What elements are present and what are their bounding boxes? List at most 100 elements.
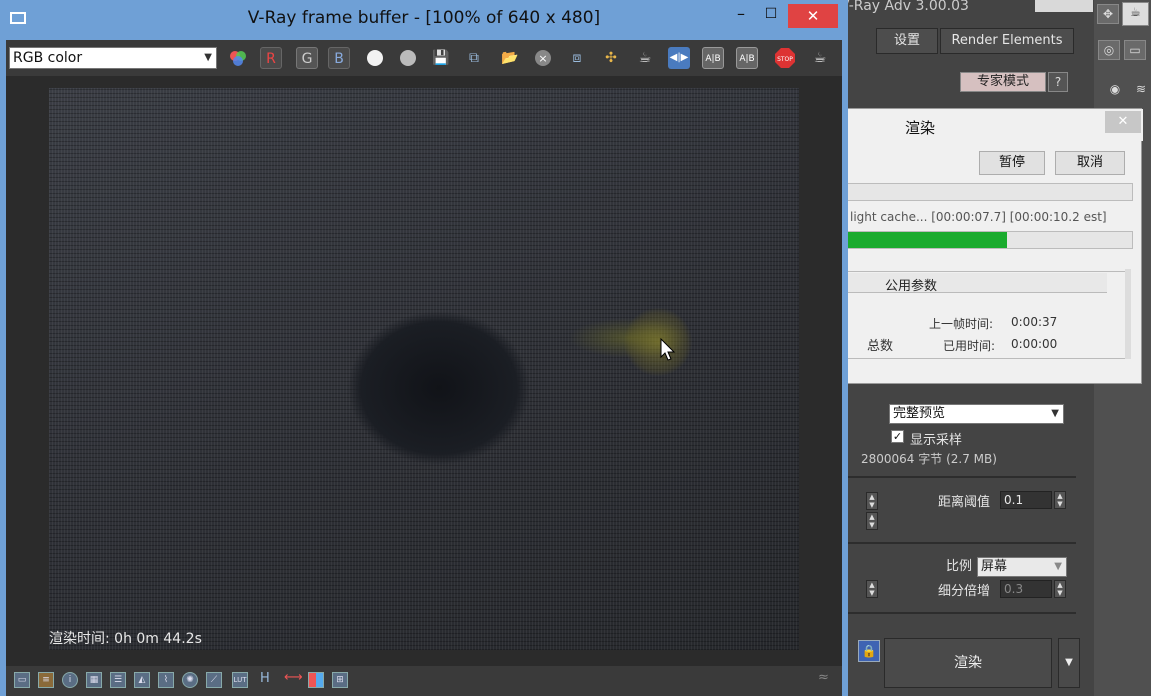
compare-icon[interactable]: ◀|▶ xyxy=(668,47,690,69)
clear-icon[interactable]: × xyxy=(532,47,554,69)
subdiv-mult-input[interactable]: 0.3 xyxy=(1000,580,1052,598)
duplicate-icon[interactable]: ⧈ xyxy=(566,47,588,69)
channel-select[interactable]: RGB color ▼ xyxy=(9,47,217,69)
render-status-text: light cache... [00:00:07.7] [00:00:10.2 … xyxy=(850,210,1107,224)
vfb-statusbar: ▭ ≡ i ▦ ☰ ◭ ⌇ ✺ ⟋ LUT H ⟷ ⊞ ≈ xyxy=(6,666,842,696)
overall-progress-bar xyxy=(847,183,1133,201)
ratio-value: 屏幕 xyxy=(981,559,1008,574)
section-divider xyxy=(848,542,1076,544)
section-divider xyxy=(848,476,1076,478)
light-icon[interactable]: ≋ xyxy=(1130,80,1151,100)
elapsed-time-label: 已用时间: xyxy=(943,339,996,353)
distance-threshold-spinner[interactable]: ▲ ▼ xyxy=(1054,491,1066,509)
exposure-icon[interactable]: ✺ xyxy=(182,672,198,688)
section-divider xyxy=(848,612,1076,614)
teapot-icon[interactable]: ☕ xyxy=(1122,2,1149,26)
ab-a-icon[interactable]: A|B xyxy=(702,47,724,69)
green-channel-button[interactable]: G xyxy=(296,47,318,69)
expert-mode-button[interactable]: 专家模式 xyxy=(960,72,1046,92)
distance-threshold-input[interactable]: 0.1 xyxy=(1000,491,1052,509)
render-teapot-icon[interactable]: ☕ xyxy=(809,47,831,69)
region-render-icon[interactable]: ✣ xyxy=(600,47,622,69)
render-button[interactable]: 渲染 xyxy=(884,638,1052,688)
grid-icon[interactable]: ⊞ xyxy=(332,672,348,688)
red-channel-button[interactable]: R xyxy=(260,47,282,69)
spinner-arrows[interactable]: ▲ ▼ xyxy=(866,580,878,598)
vfb-titlebar: V-Ray frame buffer - [100% of 640 x 480]… xyxy=(0,0,848,38)
layers-icon[interactable]: ≡ xyxy=(38,672,54,688)
subdiv-mult-spinner[interactable]: ▲ ▼ xyxy=(1054,580,1066,598)
distance-threshold-label: 距离阈值 xyxy=(938,495,991,510)
render-dialog-title: 渲染 xyxy=(905,119,936,137)
pixel-info-icon[interactable]: ▦ xyxy=(86,672,102,688)
camera-icon[interactable]: ◉ xyxy=(1104,80,1126,100)
hdr-button[interactable]: H xyxy=(260,671,270,686)
render-progress-dialog: 渲染 ✕ 暂停 取消 light cache... [00:00:07.7] [… xyxy=(846,108,1143,384)
pass-progress-fill xyxy=(848,232,1008,248)
history-icon[interactable]: ▭ xyxy=(14,672,30,688)
ratio-select[interactable]: 屏幕 ▼ xyxy=(977,557,1067,577)
spinner-arrows[interactable]: ▲ ▼ xyxy=(866,492,878,510)
blue-channel-button[interactable]: B xyxy=(328,47,350,69)
utilities-icon[interactable]: ▭ xyxy=(1124,40,1146,60)
chevron-down-icon: ▼ xyxy=(204,52,212,63)
maximize-icon[interactable]: ☐ xyxy=(758,4,784,26)
clamp-icon[interactable]: ⟷ xyxy=(284,670,303,685)
move-icon[interactable]: ✥ xyxy=(1097,4,1119,24)
ab-b-icon[interactable]: A|B xyxy=(736,47,758,69)
vfb-toolbar: RGB color ▼ R G B 💾 ⧉ 📂 × ⧈ ✣ ☕ ◀|▶ A|B … xyxy=(6,40,842,76)
pass-progress-bar xyxy=(847,231,1133,249)
cursor-highlight xyxy=(624,308,692,376)
curve-editor-icon[interactable]: ⟋ xyxy=(206,672,222,688)
save-icon[interactable]: 💾 xyxy=(430,47,452,69)
curves-icon[interactable]: ⌇ xyxy=(158,672,174,688)
memory-usage-text: 2800064 字节 (2.7 MB) xyxy=(861,452,997,466)
color-corrections-icon[interactable]: ☰ xyxy=(110,672,126,688)
preview-mode-value: 完整预览 xyxy=(893,406,946,421)
lock-icon[interactable]: 🔒 xyxy=(858,640,880,662)
vfb-title: V-Ray frame buffer - [100% of 640 x 480] xyxy=(247,8,601,28)
info-icon[interactable]: i xyxy=(62,672,78,688)
last-frame-time-label: 上一帧时间: xyxy=(929,317,994,331)
chevron-down-icon: ▼ xyxy=(1051,408,1059,419)
params-scrollbar[interactable] xyxy=(1125,269,1131,359)
render-settings-titlebar-buttons xyxy=(1035,0,1093,12)
show-samples-checkbox[interactable]: ✓ xyxy=(891,430,904,443)
teapot-render-icon[interactable]: ☕ xyxy=(634,47,656,69)
render-time-text: 渲染时间: 0h 0m 44.2s xyxy=(49,631,202,647)
help-button[interactable]: ? xyxy=(1048,72,1068,92)
minimize-icon[interactable]: – xyxy=(728,4,754,26)
subdiv-mult-label: 细分倍增 xyxy=(938,584,991,599)
cancel-button[interactable]: 取消 xyxy=(1055,151,1125,175)
pause-button[interactable]: 暂停 xyxy=(979,151,1045,175)
tab-settings[interactable]: 设置 xyxy=(876,28,938,54)
close-icon[interactable]: ✕ xyxy=(788,4,838,28)
white-circle-icon[interactable] xyxy=(364,47,386,69)
elapsed-time-value: 0:00:00 xyxy=(1011,337,1058,351)
render-dialog-titlebar: 渲染 ✕ xyxy=(847,109,1143,141)
open-folder-icon[interactable]: 📂 xyxy=(499,47,521,69)
common-params-header[interactable]: 公用参数 xyxy=(847,273,1107,294)
expand-icon[interactable]: ≈ xyxy=(818,670,829,685)
chevron-down-icon: ▼ xyxy=(1054,561,1062,572)
tab-render-elements[interactable]: Render Elements xyxy=(940,28,1074,54)
levels-icon[interactable]: ◭ xyxy=(134,672,150,688)
ratio-label: 比例 xyxy=(946,559,973,574)
stop-icon[interactable]: STOP xyxy=(774,47,796,69)
preview-mode-select[interactable]: 完整预览 ▼ xyxy=(889,404,1064,424)
vfb-image-viewport[interactable]: 渲染时间: 0h 0m 44.2s xyxy=(6,76,842,666)
color-clamp-icon[interactable] xyxy=(308,672,324,688)
spinner-arrows[interactable]: ▲ ▼ xyxy=(866,512,878,530)
common-params-title: 公用参数 xyxy=(885,279,938,294)
vray-frame-buffer-window: V-Ray frame buffer - [100% of 640 x 480]… xyxy=(0,0,848,696)
lut-icon[interactable]: LUT xyxy=(232,672,248,688)
save-all-icon[interactable]: ⧉ xyxy=(463,47,485,69)
gray-circle-icon[interactable] xyxy=(397,47,419,69)
mouse-cursor-icon xyxy=(660,338,676,361)
last-frame-time-value: 0:00:37 xyxy=(1011,315,1058,329)
stop-label: STOP xyxy=(777,56,793,63)
color-channels-icon[interactable] xyxy=(227,47,249,69)
display-icon[interactable]: ◎ xyxy=(1098,40,1120,60)
close-icon[interactable]: ✕ xyxy=(1105,111,1141,133)
render-dropdown-button[interactable]: ▼ xyxy=(1058,638,1080,688)
